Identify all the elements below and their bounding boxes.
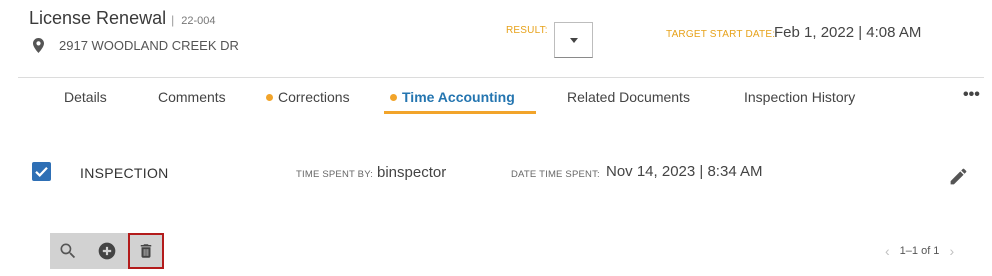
address-text: 2917 WOODLAND CREEK DR bbox=[59, 38, 239, 53]
checkmark-icon bbox=[35, 167, 48, 177]
tab-label: Comments bbox=[158, 89, 226, 105]
row-checkbox[interactable] bbox=[32, 162, 51, 181]
status-dot bbox=[390, 93, 397, 101]
tab-details[interactable]: Details bbox=[64, 89, 107, 105]
address: 2917 WOODLAND CREEK DR bbox=[33, 38, 239, 53]
caret-down-icon bbox=[570, 38, 578, 43]
active-tab-indicator bbox=[384, 111, 536, 114]
pencil-icon bbox=[950, 168, 967, 185]
status-dot bbox=[266, 93, 273, 101]
pager-text: 1–1 of 1 bbox=[899, 245, 940, 257]
edit-button[interactable] bbox=[948, 166, 969, 192]
chevron-right-icon[interactable]: › bbox=[949, 243, 954, 259]
tab-corrections[interactable]: Corrections bbox=[266, 89, 350, 105]
result-dropdown[interactable] bbox=[554, 22, 593, 58]
header-divider bbox=[18, 77, 984, 78]
target-start-date-label: TARGET START DATE: bbox=[666, 29, 776, 40]
tab-label: Inspection History bbox=[744, 89, 856, 105]
time-spent-by-label: TIME SPENT BY: bbox=[296, 169, 374, 180]
date-time-spent-value: Nov 14, 2023 | 8:34 AM bbox=[606, 163, 763, 180]
time-spent-by-value: binspector bbox=[377, 164, 447, 181]
record-id: 22-004 bbox=[181, 15, 216, 27]
add-button[interactable] bbox=[89, 233, 125, 269]
tab-comments[interactable]: Comments bbox=[158, 89, 226, 105]
trash-icon bbox=[140, 244, 152, 258]
pagination: ‹ 1–1 of 1 › bbox=[885, 243, 964, 259]
result-label: RESULT: bbox=[506, 25, 548, 36]
location-pin-icon bbox=[33, 38, 44, 53]
add-circle-icon bbox=[98, 242, 116, 260]
tab-label: Related Documents bbox=[567, 89, 690, 105]
date-time-spent-label: DATE TIME SPENT: bbox=[511, 169, 600, 180]
action-toolbar bbox=[50, 233, 164, 269]
search-button[interactable] bbox=[50, 233, 86, 269]
tab-inspection-history[interactable]: Inspection History bbox=[744, 89, 855, 105]
target-start-date-value: Feb 1, 2022 | 4:08 AM bbox=[774, 24, 922, 41]
page-title: License Renewal | 22-004 bbox=[29, 8, 216, 29]
title-text: License Renewal bbox=[29, 8, 167, 28]
more-horizontal-icon[interactable]: ••• bbox=[963, 86, 980, 104]
search-icon bbox=[60, 243, 76, 259]
tab-label: Corrections bbox=[278, 89, 350, 105]
title-separator: | bbox=[171, 13, 175, 27]
tab-label: Time Accounting bbox=[402, 89, 515, 105]
tab-label: Details bbox=[64, 89, 107, 105]
chevron-left-icon[interactable]: ‹ bbox=[885, 243, 890, 259]
tab-time-accounting[interactable]: Time Accounting bbox=[390, 89, 515, 105]
row-type: INSPECTION bbox=[80, 165, 169, 181]
tab-related-documents[interactable]: Related Documents bbox=[567, 89, 690, 105]
delete-button[interactable] bbox=[128, 233, 164, 269]
